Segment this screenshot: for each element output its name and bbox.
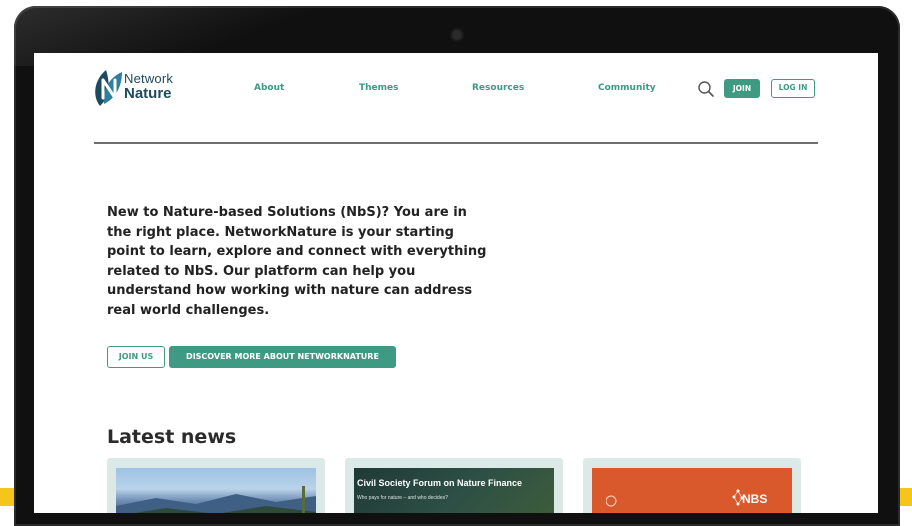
news-card-title: NBS bbox=[742, 492, 768, 506]
news-card-image bbox=[116, 468, 316, 513]
logo-line-2: Nature bbox=[124, 85, 172, 102]
nav-about[interactable]: About bbox=[254, 83, 284, 93]
search-icon[interactable] bbox=[697, 80, 715, 98]
nav-themes[interactable]: Themes bbox=[359, 83, 399, 93]
news-card-image: Civil Society Forum on Nature Finance Wh… bbox=[354, 468, 554, 513]
logo-wordmark: Network Nature bbox=[124, 71, 173, 101]
news-card-image: NBS bbox=[592, 468, 792, 513]
login-button[interactable]: LOG IN bbox=[771, 79, 815, 98]
yellow-backdrop-left bbox=[0, 488, 14, 506]
networknature-logo[interactable]: Network Nature bbox=[92, 66, 202, 108]
news-card[interactable] bbox=[107, 458, 325, 513]
news-card-title: Civil Society Forum on Nature Finance bbox=[357, 478, 523, 488]
yellow-backdrop-right bbox=[900, 488, 912, 506]
laptop-screen: Network Nature About Themes Resources Co… bbox=[34, 53, 878, 513]
news-card[interactable]: Civil Society Forum on Nature Finance Wh… bbox=[345, 458, 563, 513]
news-card[interactable]: NBS bbox=[583, 458, 801, 513]
nav-resources[interactable]: Resources bbox=[472, 83, 524, 93]
landscape-image bbox=[116, 486, 316, 513]
nav-community[interactable]: Community bbox=[598, 83, 656, 93]
join-button[interactable]: JOIN bbox=[724, 79, 760, 98]
intro-paragraph: New to Nature-based Solutions (NbS)? You… bbox=[107, 205, 487, 318]
latest-news-heading: Latest news bbox=[107, 426, 237, 448]
webcam-icon bbox=[452, 30, 462, 40]
logo-line-1: Network bbox=[124, 71, 174, 86]
news-card-subtitle: Who pays for nature – and who decides? bbox=[357, 495, 448, 501]
join-us-button[interactable]: JOIN US bbox=[107, 346, 165, 368]
leaf-n-logo-icon bbox=[95, 70, 122, 106]
discover-more-button[interactable]: DISCOVER MORE ABOUT NETWORKNATURE bbox=[169, 346, 396, 368]
header-divider bbox=[94, 142, 818, 144]
